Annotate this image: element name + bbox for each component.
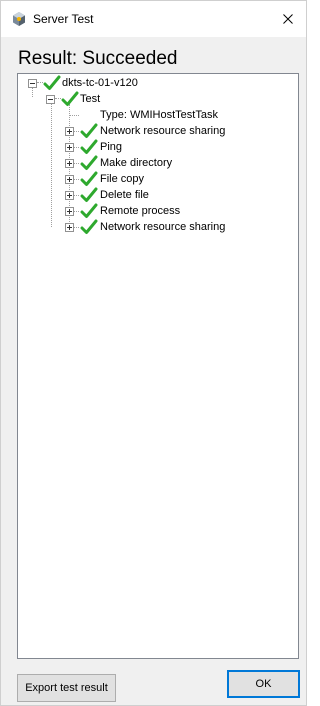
green-checkmark-icon — [61, 91, 79, 106]
server-test-app-icon — [11, 11, 27, 27]
tree-node-label: dkts-tc-01-v120 — [62, 77, 138, 89]
collapse-toggle[interactable] — [46, 95, 55, 104]
window-title: Server Test — [33, 12, 94, 26]
tree-node-test[interactable]: Test — [18, 91, 278, 107]
collapse-toggle[interactable] — [28, 79, 37, 88]
close-button[interactable] — [270, 1, 306, 37]
green-checkmark-icon — [43, 75, 61, 90]
ok-button[interactable]: OK — [227, 670, 300, 698]
green-checkmark-icon — [80, 203, 98, 218]
tree-node-check[interactable]: File copy — [18, 171, 278, 187]
close-icon — [283, 14, 293, 24]
tree-node-label: File copy — [100, 173, 145, 185]
tree-node-label: Ping — [100, 141, 123, 153]
tree-node-check[interactable]: Delete file — [18, 187, 278, 203]
expand-toggle[interactable] — [65, 223, 74, 232]
tree-node-label: Make directory — [100, 157, 173, 169]
expand-toggle[interactable] — [65, 207, 74, 216]
expand-toggle[interactable] — [65, 175, 74, 184]
tree-node-check[interactable]: Make directory — [18, 155, 278, 171]
export-test-result-button[interactable]: Export test result — [17, 674, 116, 702]
expand-toggle[interactable] — [65, 143, 74, 152]
tree-node-label: Network resource sharing — [100, 125, 226, 137]
expand-toggle[interactable] — [65, 159, 74, 168]
green-checkmark-icon — [80, 219, 98, 234]
test-result-tree[interactable]: dkts-tc-01-v120 Test Type: WMIHostTestTa… — [17, 73, 299, 659]
green-checkmark-icon — [80, 123, 98, 138]
tree-node-check[interactable]: Remote process — [18, 203, 278, 219]
tree-node-check[interactable]: Network resource sharing — [18, 219, 278, 235]
expand-toggle[interactable] — [65, 127, 74, 136]
tree-node-label: Remote process — [100, 205, 181, 217]
tree-node-label: Type: WMIHostTestTask — [100, 109, 218, 121]
result-heading: Result: Succeeded — [18, 48, 178, 69]
tree-node-label: Delete file — [100, 189, 149, 201]
green-checkmark-icon — [80, 139, 98, 154]
tree-node-check[interactable]: Ping — [18, 139, 278, 155]
tree-node-label: Test — [80, 93, 101, 105]
green-checkmark-icon — [80, 187, 98, 202]
green-checkmark-icon — [80, 171, 98, 186]
tree-node-label: Network resource sharing — [100, 221, 226, 233]
tree-node-root[interactable]: dkts-tc-01-v120 — [18, 75, 278, 91]
tree-node-type[interactable]: Type: WMIHostTestTask — [18, 107, 278, 123]
expand-toggle[interactable] — [65, 191, 74, 200]
green-checkmark-icon — [80, 155, 98, 170]
server-test-dialog: Server Test Result: Succeeded dkts-tc-01… — [0, 0, 307, 706]
tree-node-check[interactable]: Network resource sharing — [18, 123, 278, 139]
title-bar: Server Test — [1, 1, 306, 37]
